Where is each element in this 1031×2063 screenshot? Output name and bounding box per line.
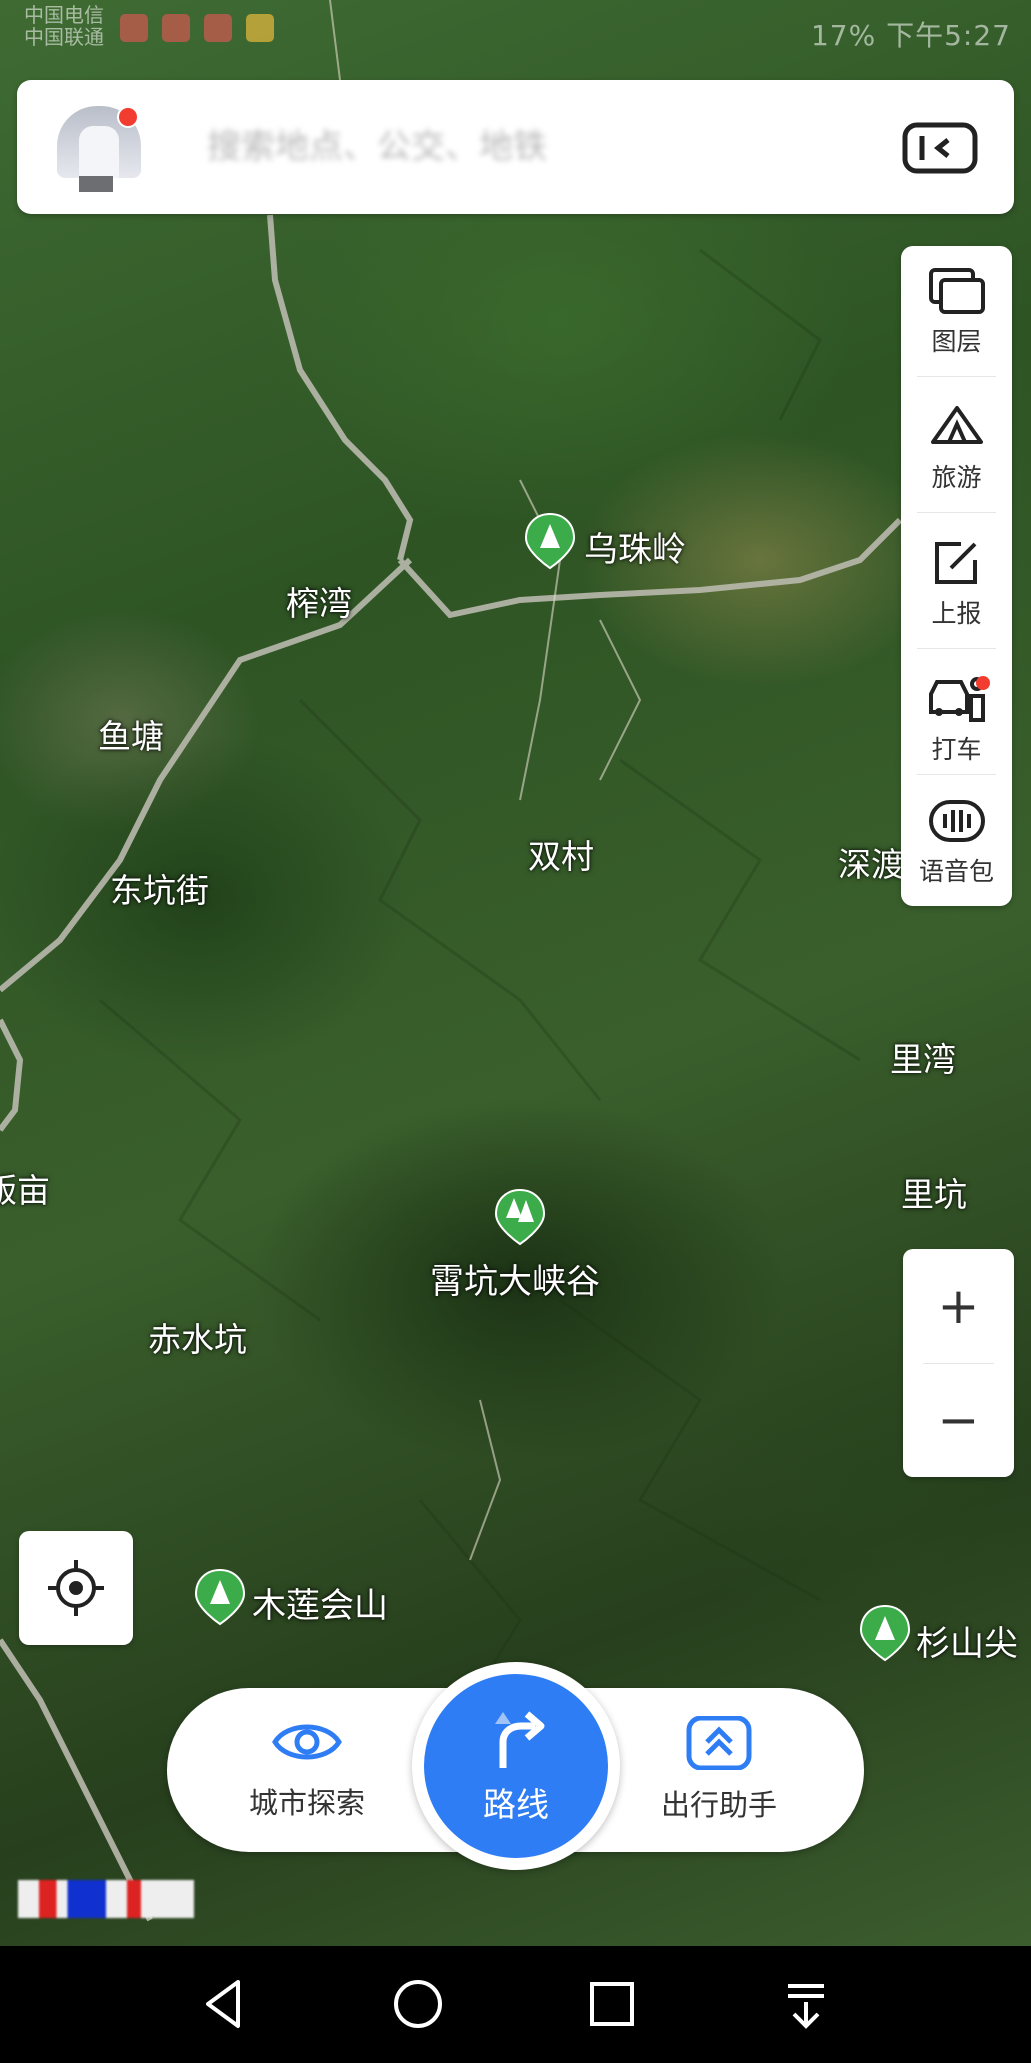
layers-button[interactable]: 图层 bbox=[901, 246, 1012, 382]
recents-icon[interactable] bbox=[582, 1974, 642, 2034]
notification-icon bbox=[162, 14, 190, 42]
assistant-icon bbox=[686, 1715, 752, 1771]
poi-label-xiaokeng-canyon[interactable]: 霄坑大峡谷 bbox=[430, 1254, 600, 1303]
place-label-yutang[interactable]: 鱼塘 bbox=[98, 710, 164, 758]
poi-pin-icon[interactable] bbox=[194, 1568, 246, 1626]
route-arrow-icon bbox=[495, 1711, 545, 1768]
report-icon bbox=[934, 542, 977, 584]
status-bar: 中国电信 中国联通 17% 下午5:27 bbox=[0, 0, 1031, 60]
carrier-line-1: 中国电信 bbox=[24, 3, 104, 27]
place-label-liwan[interactable]: 里湾 bbox=[890, 1033, 956, 1081]
locate-icon bbox=[48, 1560, 104, 1616]
route-button-inner: 路线 bbox=[424, 1674, 608, 1858]
notification-icon bbox=[204, 14, 232, 42]
notification-pulldown-icon[interactable] bbox=[776, 1974, 836, 2034]
poi-label-shanshanjian[interactable]: 杉山尖 bbox=[916, 1616, 1018, 1665]
notification-badge bbox=[117, 106, 139, 128]
map-logo-watermark bbox=[18, 1880, 194, 1918]
poi-pin-icon[interactable] bbox=[859, 1604, 911, 1662]
place-label-likeng[interactable]: 里坑 bbox=[901, 1168, 967, 1216]
voice-pack-label: 语音包 bbox=[918, 857, 994, 886]
taxi-button[interactable]: 打车 bbox=[901, 654, 1012, 790]
carrier-line-2: 中国联通 bbox=[24, 25, 104, 49]
place-label-shendu[interactable]: 深渡 bbox=[838, 838, 904, 886]
travel-assistant-button[interactable]: 出行助手 bbox=[629, 1715, 809, 1824]
report-button[interactable]: 上报 bbox=[901, 518, 1012, 654]
travel-icon bbox=[930, 406, 983, 444]
divider bbox=[917, 774, 996, 775]
scan-icon[interactable] bbox=[902, 122, 978, 174]
carrier-info: 中国电信 中国联通 bbox=[24, 4, 104, 48]
eye-icon bbox=[272, 1724, 342, 1760]
city-explore-label: 城市探索 bbox=[248, 1786, 365, 1820]
back-icon[interactable] bbox=[194, 1974, 254, 2034]
voice-pack-button[interactable]: 语音包 bbox=[901, 776, 1012, 912]
poi-pin-icon[interactable] bbox=[494, 1188, 546, 1246]
search-input[interactable]: 搜索地点、公交、地铁 bbox=[207, 122, 747, 172]
place-label-fanmu[interactable]: 畈亩 bbox=[0, 1164, 50, 1212]
zoom-control: + − bbox=[903, 1249, 1014, 1477]
travel-button[interactable]: 旅游 bbox=[901, 382, 1012, 518]
avatar-image-part bbox=[79, 176, 113, 192]
map-toolbox: 图层 旅游 上报 打车 语音包 bbox=[901, 246, 1012, 906]
search-bar[interactable]: 搜索地点、公交、地铁 bbox=[17, 80, 1014, 214]
poi-label-wuzhuling[interactable]: 乌珠岭 bbox=[584, 522, 686, 571]
place-label-dongkengjie[interactable]: 东坑街 bbox=[110, 864, 209, 912]
place-label-chishuikeng[interactable]: 赤水坑 bbox=[148, 1313, 247, 1361]
notification-icon bbox=[246, 14, 274, 42]
divider bbox=[917, 512, 996, 513]
report-label: 上报 bbox=[931, 599, 982, 628]
notification-badge bbox=[976, 676, 990, 690]
poi-label-mulianhuishan[interactable]: 木莲会山 bbox=[252, 1578, 388, 1627]
place-label-zhawan[interactable]: 榨湾 bbox=[286, 577, 352, 625]
route-label: 路线 bbox=[483, 1785, 549, 1824]
layers-icon bbox=[928, 268, 985, 314]
map-canvas[interactable]: 榨湾 鱼塘 东坑街 双村 深渡 里湾 里坑 赤水坑 畈亩 乌珠岭 霄坑大峡谷 木… bbox=[0, 0, 1031, 1946]
travel-assistant-label: 出行助手 bbox=[660, 1788, 777, 1822]
city-explore-button[interactable]: 城市探索 bbox=[217, 1716, 397, 1822]
poi-pin-icon[interactable] bbox=[524, 512, 576, 570]
status-right: 17% 下午5:27 bbox=[810, 19, 1011, 52]
taxi-label: 打车 bbox=[931, 735, 982, 764]
divider bbox=[917, 648, 996, 649]
locate-button[interactable] bbox=[19, 1531, 133, 1645]
notification-icon bbox=[120, 14, 148, 42]
voice-pack-icon bbox=[928, 800, 985, 842]
place-label-shuangcun[interactable]: 双村 bbox=[528, 830, 594, 878]
zoom-out-button[interactable]: − bbox=[903, 1363, 1014, 1477]
layers-label: 图层 bbox=[931, 327, 982, 356]
notification-icons bbox=[120, 14, 274, 42]
system-nav-bar bbox=[0, 1946, 1031, 2063]
avatar[interactable] bbox=[57, 106, 141, 192]
zoom-in-button[interactable]: + bbox=[903, 1249, 1014, 1363]
route-button[interactable]: 路线 bbox=[412, 1662, 620, 1870]
home-icon[interactable] bbox=[388, 1974, 448, 2034]
travel-label: 旅游 bbox=[931, 463, 982, 492]
divider bbox=[917, 376, 996, 377]
